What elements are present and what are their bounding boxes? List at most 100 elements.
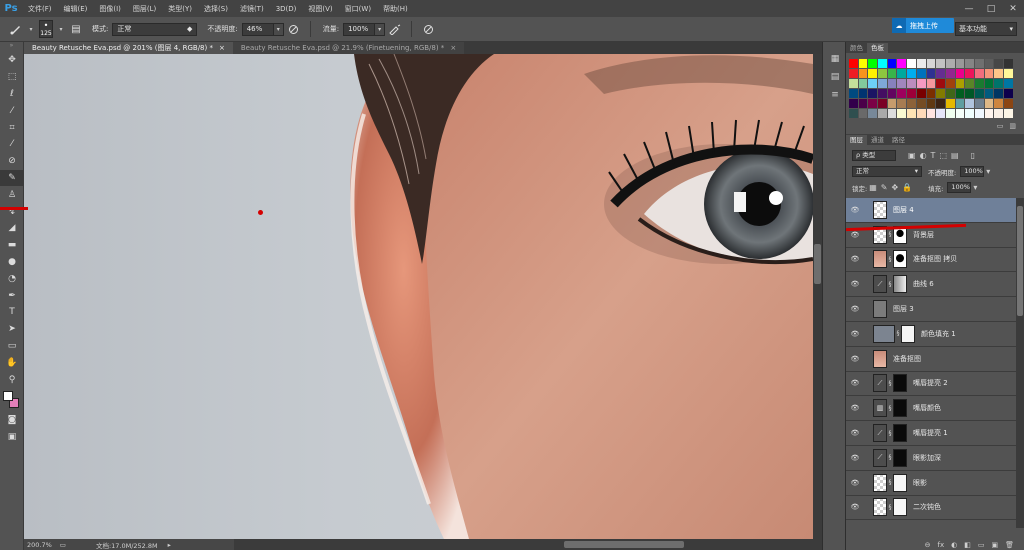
color-swatch[interactable] — [945, 59, 955, 68]
color-swatch[interactable] — [897, 69, 907, 78]
visibility-eye-icon[interactable]: 👁 — [846, 255, 864, 263]
visibility-eye-icon[interactable]: 👁 — [846, 305, 864, 313]
color-swatch[interactable] — [849, 89, 858, 98]
upload-button[interactable]: ☁ 拖拽上传 — [892, 18, 954, 33]
tab-layers[interactable]: 图层 — [846, 135, 867, 145]
dodge-tool-icon[interactable]: ◔ — [0, 270, 24, 287]
color-swatch[interactable] — [897, 89, 907, 98]
tab-channels[interactable]: 通道 — [867, 135, 888, 145]
color-swatch[interactable] — [849, 99, 858, 108]
color-swatches[interactable] — [0, 388, 24, 412]
brush-size-picker[interactable]: • 125 — [39, 20, 53, 38]
color-swatch[interactable] — [868, 109, 878, 118]
menu-help[interactable]: 帮助(H) — [377, 4, 414, 14]
opacity-input[interactable]: 46% — [241, 22, 274, 36]
color-swatch[interactable] — [916, 99, 926, 108]
lock-transparency-icon[interactable]: ▦ — [869, 183, 877, 192]
color-swatch[interactable] — [974, 59, 984, 68]
new-swatch-icon[interactable]: ▭ — [997, 122, 1004, 130]
visibility-eye-icon[interactable]: 👁 — [846, 206, 864, 214]
menu-edit[interactable]: 编辑(E) — [58, 4, 94, 14]
close-icon[interactable]: × — [219, 44, 225, 52]
menu-file[interactable]: 文件(F) — [22, 4, 58, 14]
color-swatch[interactable] — [945, 79, 955, 88]
color-swatch[interactable] — [858, 109, 868, 118]
color-swatch[interactable] — [897, 109, 907, 118]
minimize-button[interactable]: — — [958, 0, 980, 17]
swatches-grid[interactable] — [849, 59, 1017, 119]
filter-smart-object-icon[interactable]: ▤ — [951, 151, 959, 160]
visibility-eye-icon[interactable]: 👁 — [846, 429, 864, 437]
visibility-eye-icon[interactable]: 👁 — [846, 503, 864, 511]
color-swatch[interactable] — [858, 89, 868, 98]
type-tool-icon[interactable]: T — [0, 304, 24, 321]
healing-brush-tool-icon[interactable]: ⊘ — [0, 153, 24, 170]
visibility-eye-icon[interactable]: 👁 — [846, 404, 864, 412]
quick-select-tool-icon[interactable]: ⁄ — [0, 102, 24, 119]
color-swatch[interactable] — [887, 109, 897, 118]
tool-preset-dropdown[interactable]: ▾ — [26, 23, 36, 36]
quick-mask-icon[interactable]: ◙ — [0, 412, 24, 429]
color-swatch[interactable] — [965, 79, 974, 88]
opacity-slider-arrow[interactable]: ▾ — [273, 22, 284, 36]
delete-layer-icon[interactable]: 🗑 — [1005, 541, 1014, 549]
layers-scrollbar[interactable] — [1016, 198, 1024, 528]
layer-row[interactable]: 👁 § 准备抠图 拷贝 — [846, 248, 1016, 273]
blend-mode-select[interactable]: 正常 ▾ — [852, 166, 922, 177]
menu-window[interactable]: 窗口(W) — [339, 4, 377, 14]
color-swatch[interactable] — [887, 69, 897, 78]
color-swatch[interactable] — [945, 109, 955, 118]
color-swatch[interactable] — [907, 59, 916, 68]
color-swatch[interactable] — [965, 69, 974, 78]
path-selection-tool-icon[interactable]: ➤ — [0, 321, 24, 338]
shape-tool-icon[interactable]: ▭ — [0, 338, 24, 355]
tab-paths[interactable]: 路径 — [888, 135, 909, 145]
filter-adjustment-icon[interactable]: ◐ — [920, 151, 927, 160]
color-swatch[interactable] — [994, 69, 1003, 78]
new-adjustment-icon[interactable]: ◧ — [964, 541, 971, 549]
color-swatch[interactable] — [878, 79, 887, 88]
color-swatch[interactable] — [849, 59, 858, 68]
color-swatch[interactable] — [878, 99, 887, 108]
scrollbar-thumb[interactable] — [814, 244, 821, 284]
color-swatch[interactable] — [907, 109, 916, 118]
layer-row[interactable]: 👁 § 颜色填充 1 — [846, 322, 1016, 347]
menu-view[interactable]: 视图(V) — [302, 4, 338, 14]
properties-panel-icon[interactable]: ▤ — [823, 68, 847, 86]
lock-pixels-icon[interactable]: ✎ — [881, 183, 888, 192]
color-swatch[interactable] — [916, 89, 926, 98]
foreground-color[interactable] — [3, 390, 13, 401]
color-swatch[interactable] — [955, 99, 965, 108]
flow-slider-arrow[interactable]: ▾ — [375, 22, 386, 36]
layer-row[interactable]: 👁 图层 3 — [846, 297, 1016, 322]
menu-layer[interactable]: 图层(L) — [127, 4, 162, 14]
color-swatch[interactable] — [878, 109, 887, 118]
airbrush-icon[interactable] — [388, 22, 402, 36]
color-swatch[interactable] — [916, 69, 926, 78]
layer-mask-thumbnail[interactable] — [893, 473, 907, 492]
layer-mask-thumbnail[interactable] — [893, 374, 907, 393]
color-swatch[interactable] — [955, 59, 965, 68]
close-icon[interactable]: × — [450, 44, 456, 52]
add-mask-icon[interactable]: ◐ — [951, 541, 957, 549]
document-size[interactable]: 文档:17.0M/252.8M — [96, 540, 158, 550]
color-swatch[interactable] — [936, 89, 945, 98]
color-swatch[interactable] — [849, 69, 858, 78]
color-swatch[interactable] — [974, 109, 984, 118]
color-swatch[interactable] — [897, 59, 907, 68]
visibility-eye-icon[interactable]: 👁 — [846, 479, 864, 487]
delete-swatch-icon[interactable]: ▥ — [1009, 122, 1016, 130]
color-swatch[interactable] — [984, 109, 994, 118]
color-swatch[interactable] — [984, 59, 994, 68]
lock-all-icon[interactable]: 🔒 — [902, 183, 912, 192]
pressure-opacity-icon[interactable] — [287, 22, 301, 36]
color-swatch[interactable] — [955, 79, 965, 88]
document-canvas[interactable] — [24, 54, 813, 539]
layer-kind-filter[interactable]: ρ 类型 — [852, 150, 896, 161]
tab-document-2[interactable]: Beauty Retusche Eva.psd @ 21.9% (Finetue… — [232, 42, 465, 54]
color-swatch[interactable] — [858, 59, 868, 68]
visibility-eye-icon[interactable]: 👁 — [846, 379, 864, 387]
filter-shape-icon[interactable]: ⬚ — [939, 151, 947, 160]
marquee-tool-icon[interactable]: ⬚ — [0, 69, 24, 86]
brush-picker-arrow[interactable]: ▾ — [56, 23, 66, 36]
